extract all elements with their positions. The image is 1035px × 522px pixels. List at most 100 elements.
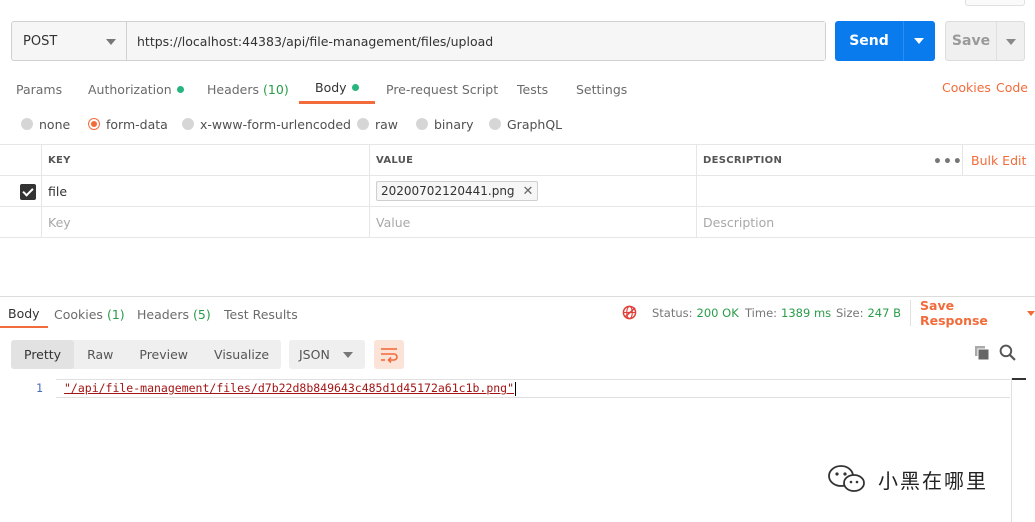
wechat-logo-icon [828,465,865,492]
view-tab-raw[interactable]: Raw [74,340,126,369]
tab-label: Headers [137,306,190,322]
body-type-radios: none form-data x-www-form-urlencoded raw… [0,112,1035,136]
save-response-button[interactable]: Save Response [910,298,1035,328]
size-value: 247 B [867,306,901,320]
copy-icon[interactable] [974,345,990,361]
value-cell[interactable]: 20200702120441.png ✕ [369,176,696,206]
radio-label: x-www-form-urlencoded [200,116,351,132]
format-label: JSON [299,347,330,362]
radio-circle-icon [357,118,369,130]
column-header-key: KEY [41,145,369,175]
send-button[interactable]: Send [835,21,935,61]
key-placeholder[interactable]: Key [41,207,369,237]
line-number: 1 [36,381,43,395]
response-tab-headers[interactable]: Headers (5) [137,300,211,328]
status-value: 200 OK [696,306,739,320]
tab-label: Tests [517,81,549,97]
description-cell[interactable] [696,176,1035,206]
time-label: Time: [745,306,778,320]
view-tab-preview[interactable]: Preview [126,340,201,369]
radio-x-www-form-urlencoded[interactable]: x-www-form-urlencoded [182,112,351,136]
radio-label: raw [375,116,399,132]
response-tab-cookies[interactable]: Cookies (1) [54,300,125,328]
tab-headers[interactable]: Headers (10) [207,74,289,104]
status-dot-icon [176,85,184,93]
tab-settings[interactable]: Settings [576,74,627,104]
wrap-lines-button[interactable] [374,340,404,369]
size-readout: Size: 247 B [836,306,901,320]
tab-edge [965,0,1025,6]
view-tab-label: Preview [139,347,189,362]
size-label: Size: [836,306,864,320]
tab-params[interactable]: Params [16,74,62,104]
url-input[interactable]: https://localhost:44383/api/file-managem… [127,22,825,60]
response-tab-test-results[interactable]: Test Results [224,300,298,328]
save-dropdown-chevron-icon[interactable] [996,22,1024,60]
table-row-new: Key Value Description [0,207,1035,238]
radio-label: GraphQL [507,116,563,132]
radio-label: binary [434,116,474,132]
save-button[interactable]: Save [945,21,1025,61]
view-tab-label: Pretty [24,347,62,362]
more-options-icon[interactable]: ••• [933,154,963,170]
column-header-value: VALUE [369,145,696,175]
radio-graphql[interactable]: GraphQL [489,112,562,136]
radio-raw[interactable]: raw [357,112,398,136]
cookies-link[interactable]: Cookies [942,80,991,95]
radio-form-data[interactable]: form-data [88,112,168,136]
radio-circle-icon [182,118,194,130]
key-cell[interactable]: file [41,176,369,206]
tab-label: Params [16,81,63,97]
method-select[interactable]: POST [12,22,127,60]
status-dot-icon [351,84,359,91]
radio-selected-icon [88,118,100,130]
bulk-edit-link[interactable]: Bulk Edit [962,145,1026,175]
tab-label: Body [315,80,347,95]
key-value: file [48,183,68,199]
request-bar: POST https://localhost:44383/api/file-ma… [0,0,1035,70]
view-tab-label: Visualize [214,347,270,362]
remove-file-icon[interactable]: ✕ [523,184,534,199]
headers-count: (5) [193,306,211,322]
description-placeholder[interactable]: Description [696,207,1035,237]
chevron-down-icon [343,352,353,358]
text-cursor [515,381,517,396]
file-name: 20200702120441.png [381,184,515,198]
view-tab-visualize[interactable]: Visualize [201,340,282,369]
save-response-label: Save Response [920,298,988,328]
tab-authorization[interactable]: Authorization [88,74,184,104]
radio-none[interactable]: none [21,112,70,136]
search-icon[interactable] [999,344,1016,361]
row-enabled-checkbox[interactable] [20,184,36,200]
radio-binary[interactable]: binary [416,112,474,136]
code-link[interactable]: Code [996,80,1028,95]
column-header-description: DESCRIPTION [696,145,962,175]
status-label: Status: [652,306,693,320]
tab-tests[interactable]: Tests [517,74,548,104]
headers-count: (10) [263,81,289,97]
tab-body[interactable]: Body [299,74,375,104]
status-readout: Status: 200 OK [652,306,739,320]
send-label: Send [849,33,889,49]
send-dropdown-chevron-icon[interactable] [903,21,935,61]
value-placeholder[interactable]: Value [369,207,696,237]
tab-label: Headers [207,81,260,97]
tab-pre-request-script[interactable]: Pre-request Script [386,74,498,104]
radio-circle-icon [416,118,428,130]
view-tab-pretty[interactable]: Pretty [11,340,75,369]
tab-label: Settings [576,81,628,97]
time-readout: Time: 1389 ms [745,306,831,320]
request-tabs: Params Authorization Headers (10) Body P… [0,74,1035,104]
method-label: POST [23,33,58,49]
response-divider[interactable] [0,296,1035,297]
table-header-row: KEY VALUE DESCRIPTION ••• Bulk Edit [0,145,1035,176]
response-body-text[interactable]: "/api/file-management/files/d7b22d8b8496… [64,381,517,396]
format-select[interactable]: JSON [289,340,365,369]
editor-scrollbar[interactable] [1011,378,1026,522]
response-tab-body[interactable]: Body [0,300,48,328]
tab-label: Pre-request Script [386,81,499,97]
radio-circle-icon [21,118,33,130]
view-tab-label: Raw [87,347,114,362]
globe-icon[interactable] [622,305,637,320]
response-editor[interactable]: 1 "/api/file-management/files/d7b22d8b84… [0,377,1035,522]
